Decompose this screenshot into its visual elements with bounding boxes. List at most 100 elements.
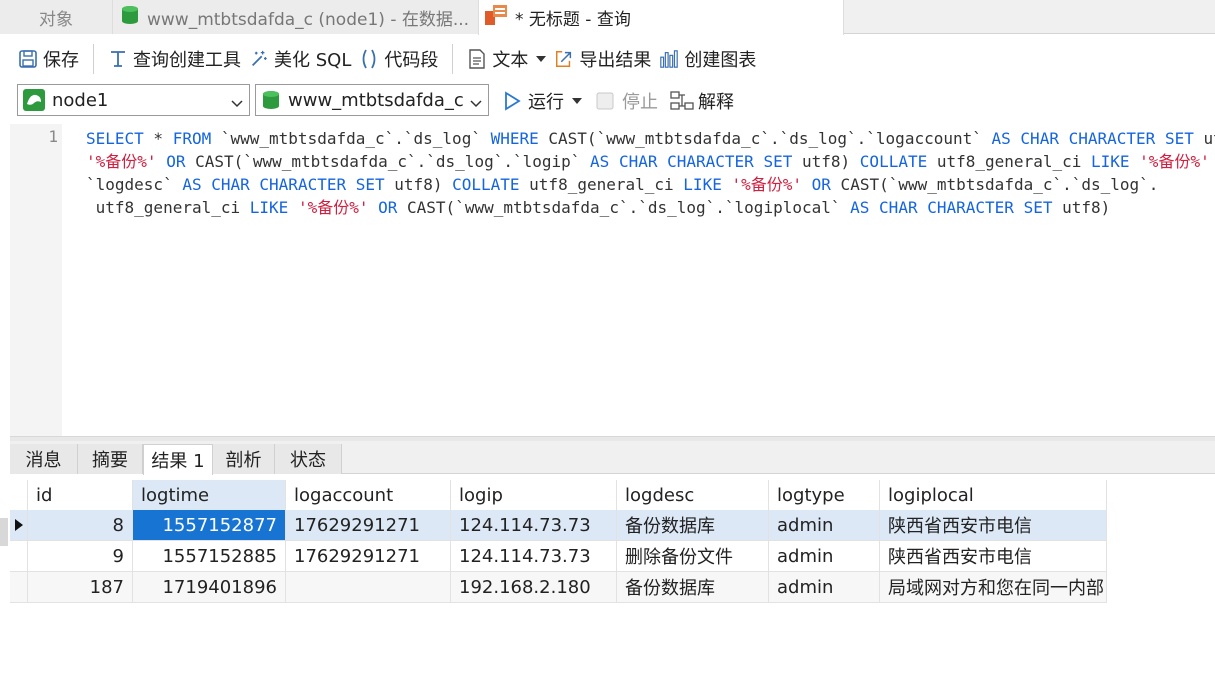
code-snippet-label: 代码段 <box>384 50 439 71</box>
stop-button[interactable]: 停止 <box>596 86 658 116</box>
chevron-down-icon <box>231 93 243 108</box>
cell-logtime[interactable]: 1719401896 <box>133 572 286 603</box>
save-button[interactable]: 保存 <box>14 44 83 74</box>
export-results-label: 导出结果 <box>579 50 652 71</box>
line-number-gutter: 1 <box>10 124 62 436</box>
stop-icon <box>596 92 614 110</box>
database-icon <box>119 4 141 31</box>
create-chart-button[interactable]: 创建图表 <box>655 44 760 74</box>
query-icon <box>483 3 509 32</box>
tab-query-label: * 无标题 - 查询 <box>515 10 631 30</box>
cell-logtime[interactable]: 1557152885 <box>133 541 286 572</box>
column-header-id[interactable]: id <box>28 480 133 511</box>
tab-messages-label: 消息 <box>25 450 62 471</box>
tab-connection-label: www_mtbtsdafda_c (node1) - 在数据... <box>147 9 470 30</box>
cell-logiplocal[interactable]: 陕西省西安市电信 <box>880 510 1107 541</box>
save-icon <box>18 49 38 69</box>
chevron-down-icon <box>470 93 482 108</box>
save-label: 保存 <box>43 50 79 71</box>
create-chart-label: 创建图表 <box>684 50 757 71</box>
beautify-sql-label: 美化 SQL <box>274 50 352 71</box>
column-header-logip[interactable]: logip <box>451 480 617 511</box>
tab-objects-label: 对象 <box>39 9 73 30</box>
tab-summary-label: 摘要 <box>92 450 128 471</box>
query-toolbar: 保存 查询创建工具 美化 SQL 代码段 文本 导出结果 创建图表 <box>0 38 1215 80</box>
cell-logtype[interactable]: admin <box>769 510 880 541</box>
cell-logaccount[interactable]: 17629291271 <box>286 541 451 572</box>
column-header-logdesc[interactable]: logdesc <box>617 480 769 511</box>
row-indicator <box>10 572 28 603</box>
run-label: 运行 <box>528 92 564 113</box>
header-corner <box>10 480 28 511</box>
tab-summary[interactable]: 摘要 <box>78 444 143 474</box>
query-builder-button[interactable]: 查询创建工具 <box>104 44 245 74</box>
document-icon <box>467 49 487 69</box>
column-header-logiplocal[interactable]: logiplocal <box>880 480 1107 511</box>
row-indicator <box>10 541 28 572</box>
line-number: 1 <box>48 127 58 146</box>
cell-id[interactable]: 9 <box>28 541 133 572</box>
explain-icon <box>670 90 694 112</box>
database-select[interactable]: www_mtbtsdafda_c <box>255 84 489 116</box>
cell-logdesc[interactable]: 备份数据库 <box>617 572 769 603</box>
text-mode-dropdown[interactable]: 文本 <box>463 44 550 74</box>
tab-messages[interactable]: 消息 <box>10 444 78 474</box>
export-results-button[interactable]: 导出结果 <box>550 44 655 74</box>
run-button[interactable]: 运行 <box>502 86 582 116</box>
explain-label: 解释 <box>698 92 734 113</box>
cell-id[interactable]: 8 <box>28 510 133 541</box>
beautify-sql-button[interactable]: 美化 SQL <box>245 44 355 74</box>
cell-logtime[interactable]: 1557152877 <box>133 510 286 541</box>
parentheses-icon <box>359 49 379 69</box>
cell-logaccount[interactable]: 17629291271 <box>286 510 451 541</box>
cell-logdesc[interactable]: 备份数据库 <box>617 510 769 541</box>
connection-select[interactable]: node1 <box>17 84 250 116</box>
query-builder-icon <box>108 49 128 69</box>
caret-down-icon <box>536 56 547 62</box>
tab-connection[interactable]: www_mtbtsdafda_c (node1) - 在数据... <box>112 0 478 34</box>
cell-logip[interactable]: 124.114.73.73 <box>451 541 617 572</box>
cell-logiplocal[interactable]: 陕西省西安市电信 <box>880 541 1107 572</box>
database-icon <box>260 89 282 111</box>
database-value: www_mtbtsdafda_c <box>288 89 464 111</box>
cell-logtype[interactable]: admin <box>769 541 880 572</box>
column-header-logtime[interactable]: logtime <box>133 480 286 511</box>
column-header-logaccount[interactable]: logaccount <box>286 480 451 511</box>
tab-profile-label: 剖析 <box>225 450 262 471</box>
tab-result-1-label: 结果 1 <box>151 451 205 472</box>
column-header-logtype[interactable]: logtype <box>769 480 880 511</box>
code-snippet-button[interactable]: 代码段 <box>355 44 442 74</box>
cell-logiplocal[interactable]: 局域网对方和您在同一内部 <box>880 572 1107 603</box>
text-mode-label: 文本 <box>492 50 529 71</box>
cell-logip[interactable]: 124.114.73.73 <box>451 510 617 541</box>
cell-id[interactable]: 187 <box>28 572 133 603</box>
sql-editor[interactable]: 1 SELECT * FROM `www_mtbtsdafda_c`.`ds_l… <box>10 124 1215 436</box>
explain-button[interactable]: 解释 <box>670 86 734 116</box>
result-tab-strip: 消息 摘要 结果 1 剖析 状态 <box>10 441 1215 475</box>
current-row-arrow-icon <box>10 510 28 541</box>
cell-logtype[interactable]: admin <box>769 572 880 603</box>
document-tab-strip: 对象 www_mtbtsdafda_c (node1) - 在数据... * 无… <box>0 0 1215 35</box>
tab-profile[interactable]: 剖析 <box>213 444 275 474</box>
tab-status[interactable]: 状态 <box>275 444 342 474</box>
play-icon <box>502 91 522 111</box>
sql-code[interactable]: SELECT * FROM `www_mtbtsdafda_c`.`ds_log… <box>86 127 1215 219</box>
connection-value: node1 <box>52 89 109 111</box>
cell-logip[interactable]: 192.168.2.180 <box>451 572 617 603</box>
cell-logaccount[interactable] <box>286 572 451 603</box>
magic-wand-icon <box>249 49 269 69</box>
caret-down-icon <box>572 98 582 104</box>
tab-objects[interactable]: 对象 <box>0 0 112 34</box>
toolbar-divider <box>93 44 94 74</box>
toolbar-divider <box>452 44 454 74</box>
stop-label: 停止 <box>622 92 658 113</box>
export-icon <box>554 49 574 69</box>
tab-result-1[interactable]: 结果 1 <box>143 444 213 475</box>
chart-icon <box>659 49 679 69</box>
query-builder-label: 查询创建工具 <box>133 50 241 71</box>
tab-query[interactable]: * 无标题 - 查询 <box>478 0 844 35</box>
connection-icon <box>22 88 46 112</box>
row-scroll-marker <box>0 518 8 546</box>
cell-logdesc[interactable]: 删除备份文件 <box>617 541 769 572</box>
tab-status-label: 状态 <box>290 450 326 471</box>
